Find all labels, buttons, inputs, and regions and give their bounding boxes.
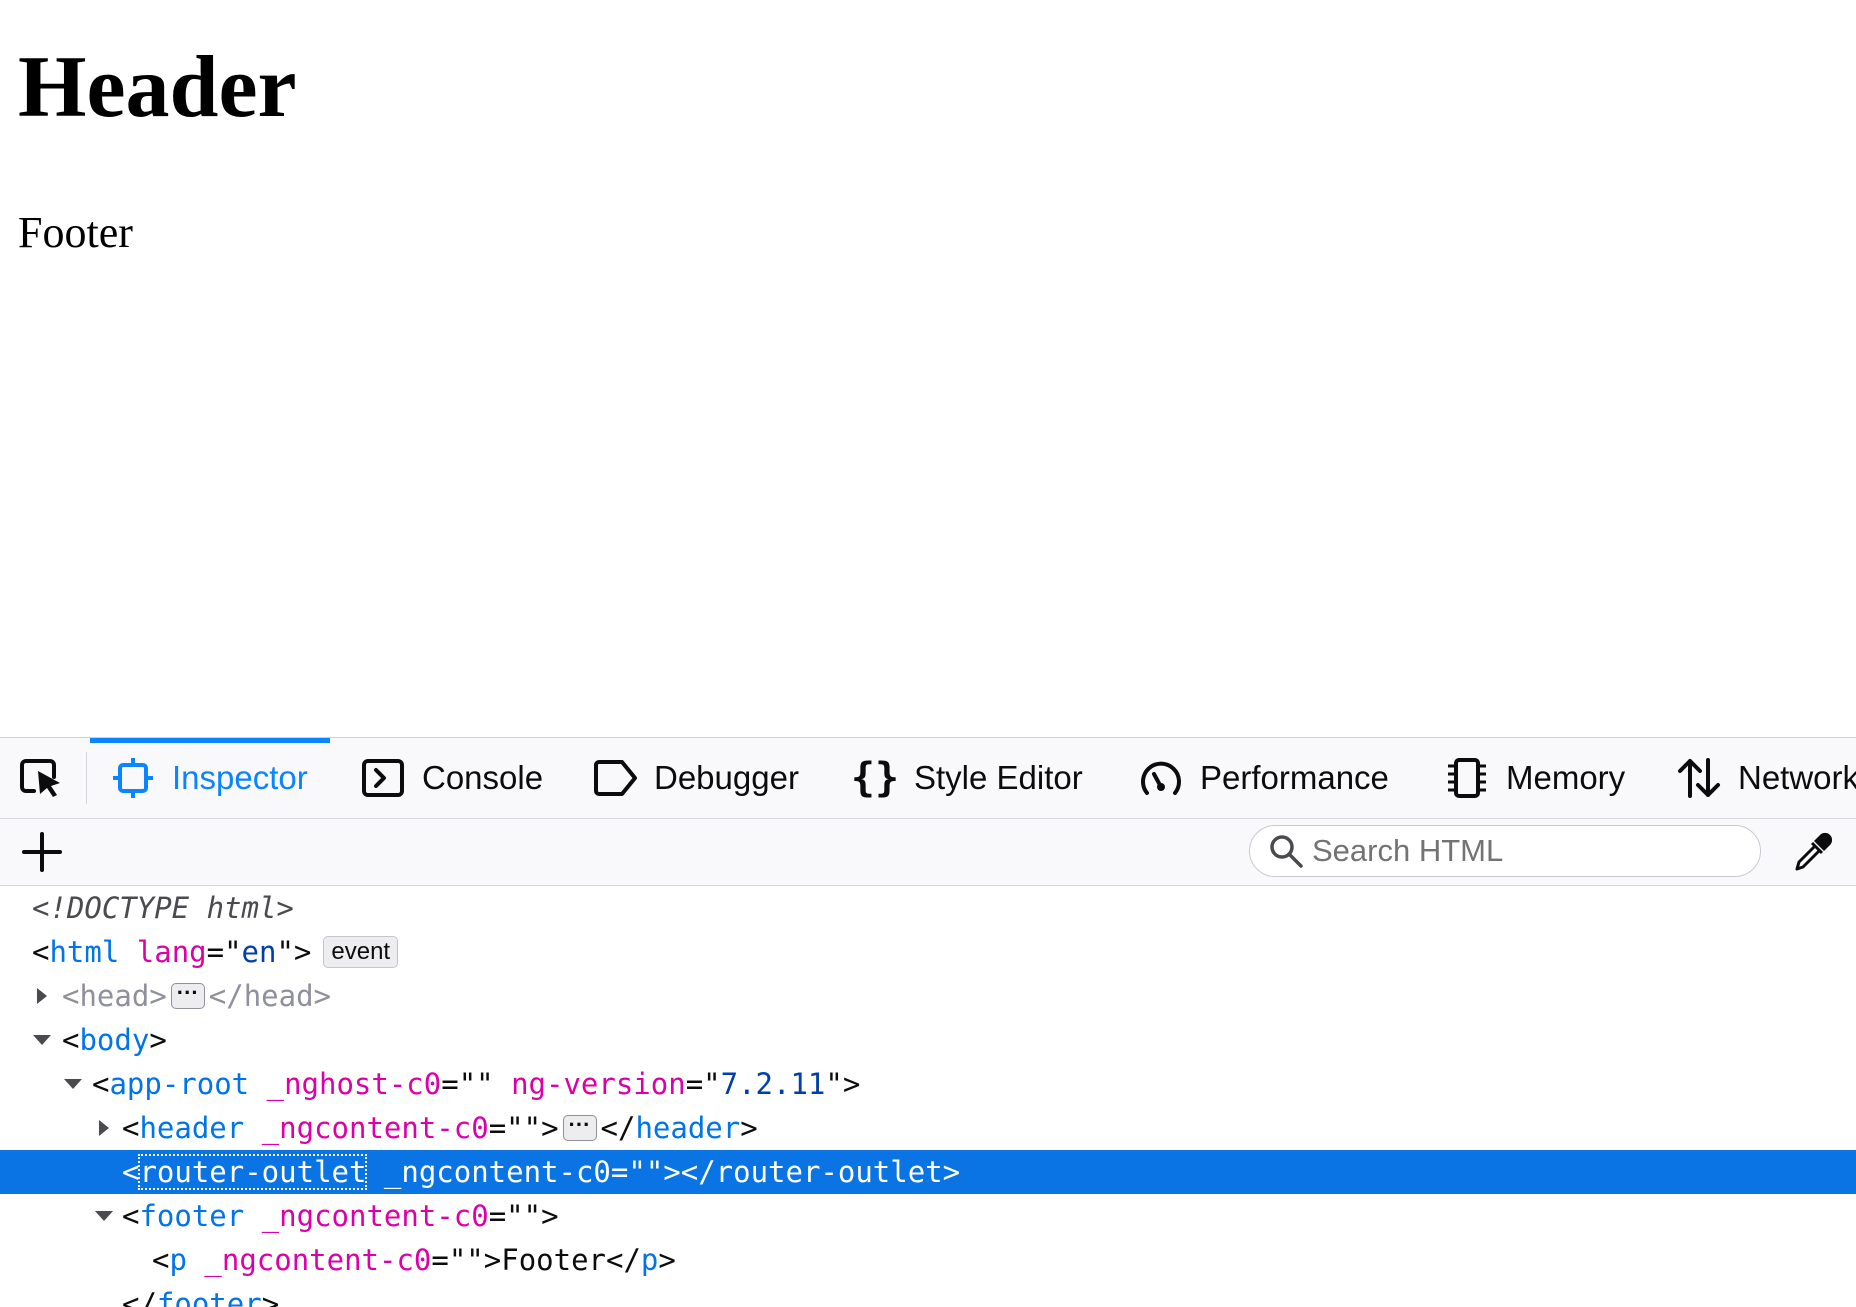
tab-console[interactable]: Console — [360, 738, 543, 818]
markup-node-app-root[interactable]: <app-root _nghost-c0="" ng-version="7.2.… — [0, 1062, 1856, 1106]
tag-name: router-outlet — [138, 1154, 368, 1190]
tag-name: body — [79, 1023, 150, 1057]
attr-name: ng-version — [511, 1067, 686, 1101]
eyedropper-button[interactable] — [1790, 829, 1836, 875]
tag-name: p — [169, 1243, 187, 1277]
page-footer-text: Footer — [18, 208, 133, 257]
collapse-arrow-icon[interactable] — [30, 1018, 54, 1062]
expand-arrow-icon[interactable] — [30, 974, 54, 1018]
tag-name: html — [49, 935, 120, 969]
add-node-button[interactable] — [18, 829, 66, 875]
tag-name: footer — [139, 1199, 245, 1233]
tab-debugger[interactable]: Debugger — [592, 738, 799, 818]
collapsed-ellipsis-button[interactable]: ··· — [562, 1114, 597, 1141]
tag-name: header — [635, 1111, 741, 1145]
tab-network[interactable]: Network — [1676, 738, 1856, 818]
tab-label: Inspector — [172, 759, 308, 796]
text-node: Footer — [501, 1243, 606, 1277]
devtools-tabbar: Inspector Console Debugger {} Style Edit… — [0, 738, 1856, 819]
attr-name: _ngcontent-c0 — [204, 1243, 432, 1277]
tab-label: Performance — [1200, 759, 1389, 796]
console-icon — [360, 755, 406, 801]
updown-arrows-icon — [1676, 755, 1722, 801]
markup-node-footer[interactable]: <footer _ngcontent-c0=""> — [0, 1194, 1856, 1238]
tab-label: Console — [422, 759, 544, 796]
tab-separator — [86, 752, 87, 804]
attr-name: _nghost-c0 — [266, 1067, 442, 1101]
event-badge[interactable]: event — [323, 936, 399, 968]
tag-name: router-outlet — [715, 1155, 943, 1189]
inspector-icon — [110, 755, 156, 801]
search-html-box[interactable] — [1249, 825, 1761, 877]
tag-name: header — [139, 1111, 245, 1145]
doctype-text: <!DOCTYPE html> — [32, 891, 294, 925]
tab-label: Memory — [1506, 759, 1626, 796]
page-heading: Header — [18, 39, 297, 136]
markup-node-footer-close[interactable]: </footer> — [0, 1282, 1856, 1307]
braces-icon: {} — [850, 755, 900, 801]
tag-name: head — [243, 979, 314, 1013]
markup-node-head[interactable]: <head> ··· </head> — [0, 974, 1856, 1018]
markup-node-doctype[interactable]: <!DOCTYPE html> — [0, 886, 1856, 930]
inspector-toolbar — [0, 819, 1856, 886]
plus-icon — [22, 832, 62, 872]
eyedropper-icon — [1795, 832, 1833, 871]
debugger-icon — [592, 755, 638, 801]
attr-name: lang — [136, 935, 207, 969]
attr-name: _ngcontent-c0 — [383, 1155, 611, 1189]
tab-performance[interactable]: Performance — [1138, 738, 1389, 818]
markup-node-header[interactable]: <header _ngcontent-c0=""> ··· </header> — [0, 1106, 1856, 1150]
collapse-arrow-icon[interactable] — [61, 1062, 85, 1106]
devtools-panel: Inspector Console Debugger {} Style Edit… — [0, 737, 1856, 1307]
chip-icon — [1444, 755, 1490, 801]
tag-name: app-root — [109, 1067, 250, 1101]
tag-name: footer — [156, 1287, 262, 1307]
collapse-arrow-icon[interactable] — [92, 1194, 116, 1238]
element-picker-button[interactable] — [14, 756, 68, 800]
attr-value: 7.2.11 — [720, 1067, 826, 1101]
tag-name: p — [640, 1243, 659, 1277]
expand-arrow-icon[interactable] — [92, 1106, 116, 1150]
attr-name: _ngcontent-c0 — [261, 1111, 489, 1145]
tab-memory[interactable]: Memory — [1444, 738, 1625, 818]
collapsed-ellipsis-button[interactable]: ··· — [170, 982, 205, 1009]
tag-name: head — [79, 979, 150, 1013]
markup-node-p[interactable]: <p _ngcontent-c0="">Footer</p> — [0, 1238, 1856, 1282]
page-viewport: Header Footer — [0, 0, 1856, 737]
element-picker-icon — [20, 759, 60, 797]
markup-tree[interactable]: <!DOCTYPE html> <html lang="en"> event <h… — [0, 886, 1856, 1307]
search-icon — [1266, 831, 1306, 871]
tab-inspector[interactable]: Inspector — [90, 738, 330, 818]
search-html-input[interactable] — [1312, 833, 1732, 869]
markup-node-body[interactable]: <body> — [0, 1018, 1856, 1062]
markup-node-router-outlet[interactable]: <router-outlet _ngcontent-c0=""></router… — [0, 1150, 1856, 1194]
tab-label: Style Editor — [914, 759, 1083, 796]
attr-value: en — [241, 935, 277, 969]
tab-label: Network — [1738, 759, 1856, 796]
tab-label: Debugger — [654, 759, 799, 796]
tab-style-editor[interactable]: {} Style Editor — [850, 738, 1083, 818]
markup-node-html[interactable]: <html lang="en"> event — [0, 930, 1856, 974]
gauge-icon — [1138, 755, 1184, 801]
attr-name: _ngcontent-c0 — [261, 1199, 489, 1233]
